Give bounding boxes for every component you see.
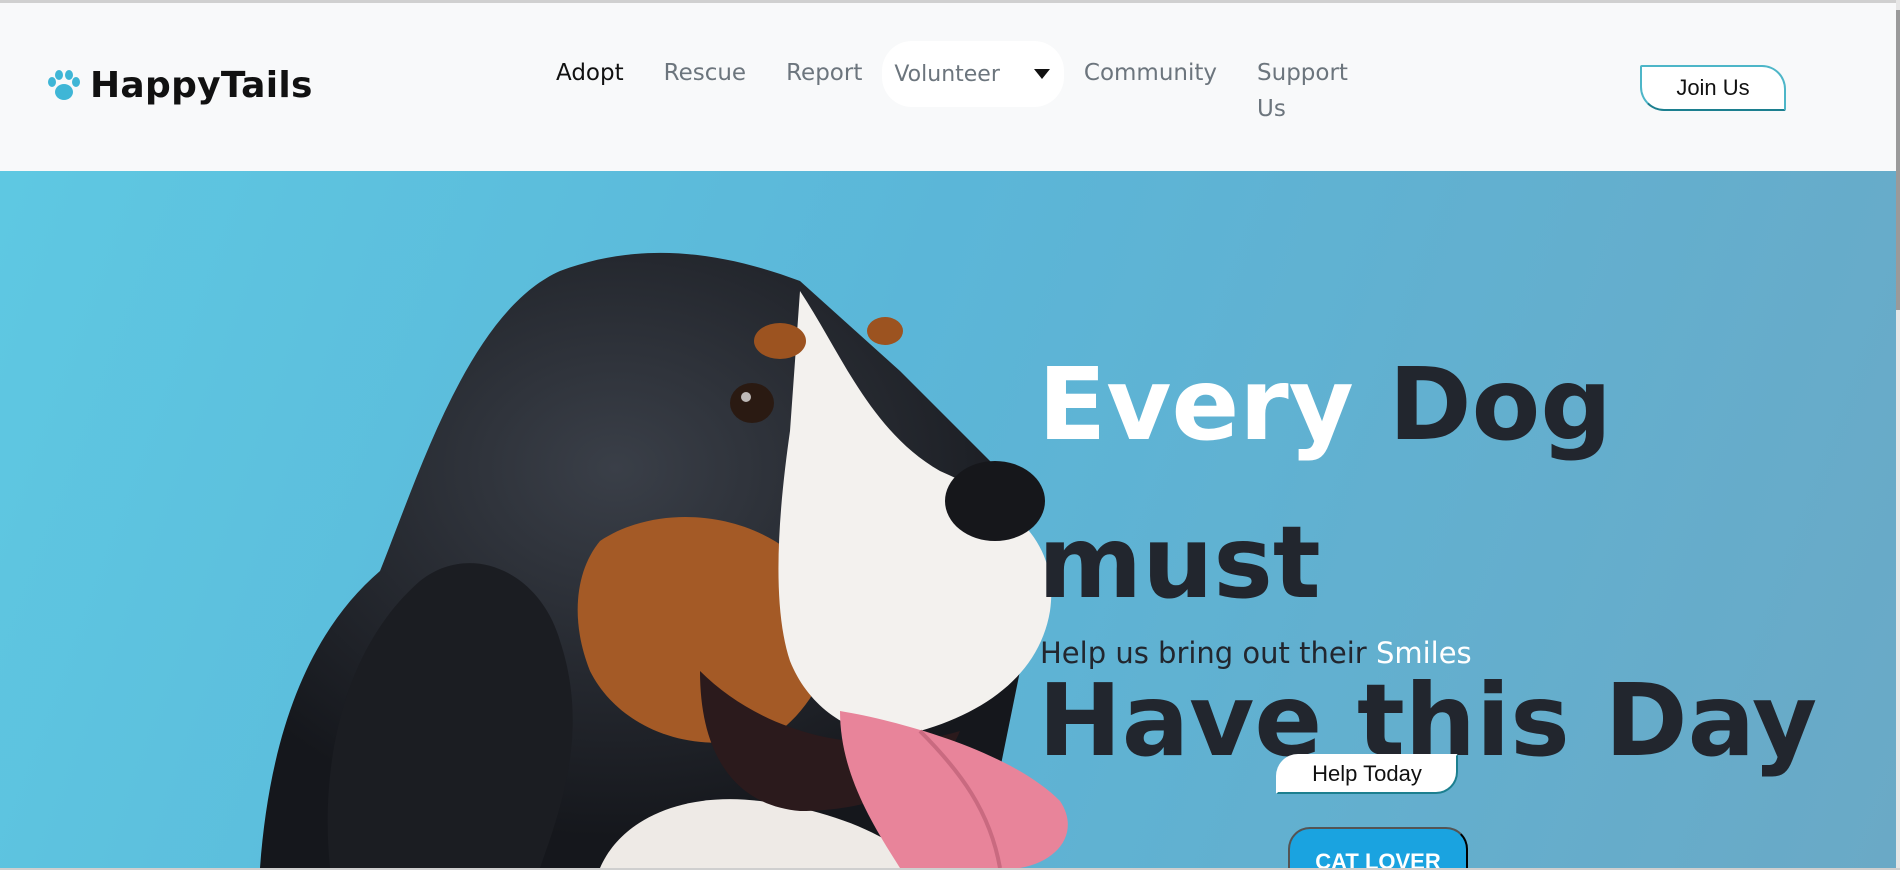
hero-headline: Every Dog must Have this Day <box>1038 326 1896 800</box>
nav-volunteer-dropdown[interactable]: Volunteer <box>882 41 1064 107</box>
dog-photo <box>260 252 1068 868</box>
subline-text: Help us bring out their <box>1040 636 1376 670</box>
navbar: HappyTails Adopt Rescue Report Volunteer… <box>0 3 1896 171</box>
subline-highlight: Smiles <box>1375 636 1472 670</box>
brand-logo[interactable]: HappyTails <box>46 65 313 106</box>
join-us-button[interactable]: Join Us <box>1640 65 1786 111</box>
nav-community[interactable]: Community <box>1064 53 1237 93</box>
nav-report[interactable]: Report <box>766 53 882 93</box>
nav-volunteer-label: Volunteer <box>894 61 1000 87</box>
cat-lover-button[interactable]: CAT LOVER <box>1288 827 1468 868</box>
hero-section: Every Dog must Have this Day Help us bri… <box>0 171 1896 868</box>
paw-icon <box>48 69 80 100</box>
headline-highlight: Every <box>1038 346 1354 463</box>
scrollbar-thumb[interactable] <box>1896 10 1900 310</box>
nav-adopt[interactable]: Adopt <box>536 53 644 93</box>
hero-subline: Help us bring out their Smiles <box>1040 636 1472 670</box>
help-today-button[interactable]: Help Today <box>1276 754 1458 794</box>
caret-down-icon <box>1033 69 1050 79</box>
nav-support-us[interactable]: Support Us <box>1237 53 1355 129</box>
nav-rescue[interactable]: Rescue <box>644 53 766 93</box>
page-scrollbar[interactable] <box>1896 0 1900 873</box>
main-nav: Adopt Rescue Report Volunteer Community … <box>536 41 1355 129</box>
brand-name: HappyTails <box>90 65 313 106</box>
window-bottom-edge <box>0 868 1900 873</box>
